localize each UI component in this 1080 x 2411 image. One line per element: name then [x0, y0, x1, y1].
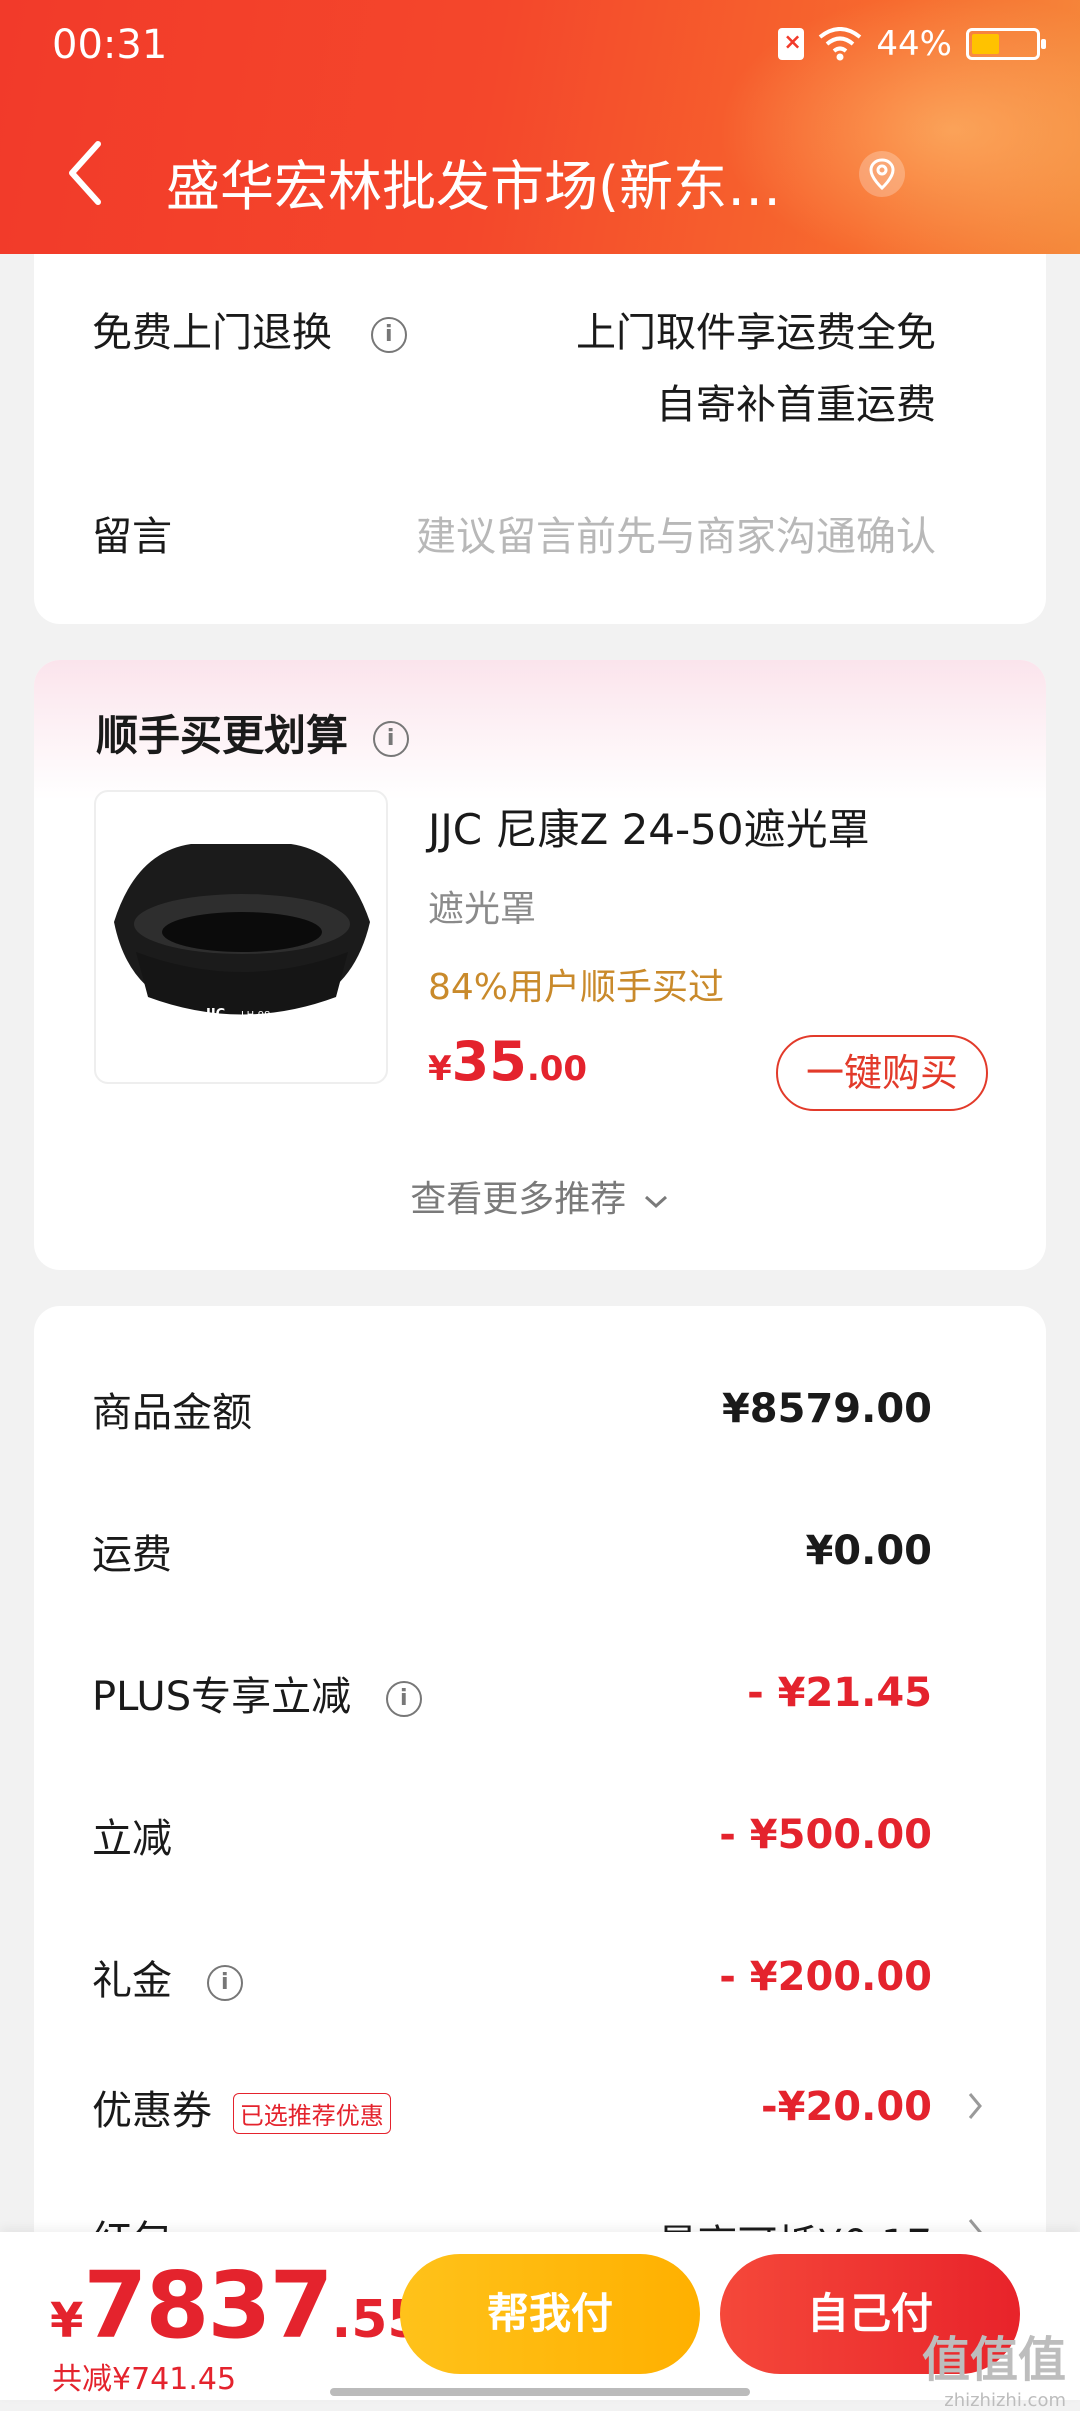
one-click-buy-button[interactable]: 一键购买 [776, 1035, 988, 1111]
battery-icon [966, 28, 1046, 60]
total-saved: 共减¥741.45 [52, 2362, 237, 2397]
status-bar: 00:31 × 44% [0, 0, 1080, 100]
summary-label: 立减 [92, 1816, 172, 1862]
image-brand-text: JJC [205, 1007, 225, 1022]
summary-label: 优惠券 [92, 2088, 212, 2134]
chevron-right-icon [968, 2093, 982, 2119]
summary-value: - ¥200.00 [719, 1954, 932, 2000]
summary-value: ¥8579.00 [721, 1386, 932, 1432]
notification-icon: × [778, 28, 805, 60]
coupon-tag: 已选推荐优惠 [232, 2092, 391, 2134]
product-image[interactable]: JJC LH-98 [94, 790, 388, 1084]
summary-value: - ¥21.45 [747, 1670, 932, 1716]
info-icon[interactable]: i [206, 1965, 243, 2001]
service-card: 免费上门退换 i 上门取件享运费全免 自寄补首重运费 留言 建议留言前先与商家沟… [34, 254, 1046, 624]
status-icons: × 44% [778, 24, 1046, 64]
free-return-row[interactable]: 免费上门退换 i [92, 300, 407, 358]
recommend-card: 顺手买更划算 i JJC LH-98 JJC 尼康Z 24-50遮光罩 遮光罩 … [34, 660, 1046, 1270]
summary-value: - ¥500.00 [719, 1812, 932, 1858]
summary-value: ¥0.00 [805, 1528, 932, 1574]
checkout-bar: ¥7837.55 共减¥741.45 帮我付 自己付 [0, 2232, 1080, 2400]
image-model-text: LH-98 [241, 1010, 270, 1021]
price-summary-card: 商品金额 ¥8579.00 运费 ¥0.00 PLUS专享立减 i - ¥21.… [34, 1306, 1046, 2268]
info-icon[interactable]: i [370, 317, 407, 353]
home-indicator[interactable] [330, 2388, 750, 2396]
info-icon[interactable]: i [372, 720, 409, 757]
summary-label-row: 优惠券 已选推荐优惠 [92, 2078, 391, 2136]
price-int: 35 [451, 1030, 527, 1093]
view-more-label: 查看更多推荐 [410, 1179, 627, 1220]
summary-label: 礼金 [92, 1958, 172, 2004]
watermark-text: 值值值 [921, 2332, 1066, 2388]
message-input[interactable]: 建议留言前先与商家沟通确认 [416, 504, 936, 562]
product-stat: 84%用户顺手买过 [428, 967, 725, 1008]
product-category: 遮光罩 [428, 889, 537, 930]
summary-label-row: 礼金 i [92, 1948, 243, 2006]
summary-label: 商品金额 [92, 1390, 252, 1436]
chevron-down-icon [644, 1195, 667, 1209]
total-symbol: ¥ [50, 2293, 84, 2349]
page-header: 00:31 × 44% 盛华宏林批发市场(新东… [0, 0, 1080, 254]
message-label: 留言 [92, 514, 172, 560]
back-icon[interactable] [62, 138, 106, 208]
free-return-line1: 上门取件享运费全免 [576, 310, 936, 356]
free-return-line2: 自寄补首重运费 [656, 382, 936, 428]
location-pin-icon[interactable] [858, 150, 906, 198]
summary-value: -¥20.00 [761, 2084, 932, 2130]
product-name[interactable]: JJC 尼康Z 24-50遮光罩 [428, 796, 870, 857]
battery-percent: 44% [876, 24, 952, 64]
total-price: ¥7837.55 [50, 2252, 424, 2359]
info-icon[interactable]: i [385, 1681, 422, 1717]
watermark-url: zhizhizhi.com [944, 2390, 1066, 2411]
price-dec: .00 [526, 1049, 588, 1089]
summary-label: PLUS专享立减 [92, 1674, 352, 1720]
nav-bar: 盛华宏林批发市场(新东… [0, 120, 1080, 230]
free-return-label: 免费上门退换 [92, 310, 332, 356]
page-title[interactable]: 盛华宏林批发市场(新东… [166, 142, 781, 221]
help-me-pay-button[interactable]: 帮我付 [400, 2254, 700, 2374]
status-time: 00:31 [52, 22, 168, 68]
price-symbol: ¥ [428, 1049, 452, 1089]
watermark-logo: 值值值 zhizhizhi.com [922, 2320, 1066, 2411]
lens-hood-image: JJC LH-98 [114, 844, 370, 1033]
summary-label: 运费 [92, 1532, 172, 1578]
view-more-recommendations[interactable]: 查看更多推荐 [34, 1170, 1046, 1222]
product-price: ¥35.00 [428, 1030, 587, 1093]
summary-label-row: PLUS专享立减 i [92, 1664, 422, 1722]
wifi-icon [819, 27, 862, 61]
recommend-title-row: 顺手买更划算 i [96, 702, 409, 763]
recommend-title: 顺手买更划算 [96, 711, 349, 760]
total-int: 7837 [83, 2252, 333, 2359]
